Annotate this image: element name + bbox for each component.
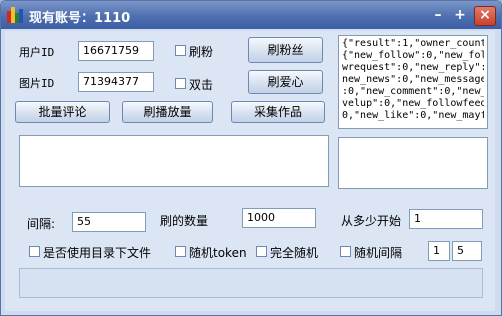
comment-text-area[interactable]	[19, 135, 329, 187]
window-title: 现有账号：1110	[29, 11, 131, 26]
response-line: :0,"new_comment":0,"new_le	[342, 86, 484, 97]
client-area: 用户ID 16671759 刷粉 刷粉丝 图片ID 71394377 双击 刷爱…	[5, 31, 495, 311]
random-interval-min-field[interactable]: 1	[428, 241, 450, 261]
response-line: {"new_follow":0,"new_follo	[342, 50, 484, 61]
double-tap-checkbox-label: 双击	[189, 78, 214, 92]
interval-field[interactable]: 55	[72, 212, 146, 232]
full-random-checkbox[interactable]	[256, 246, 267, 257]
app-icon	[7, 7, 23, 23]
count-label: 刷的数量	[160, 214, 209, 228]
pic-id-label: 图片ID	[19, 77, 55, 90]
random-interval-label: 随机间隔	[354, 246, 403, 260]
title-bar[interactable]: 现有账号：1110 – + ×	[1, 1, 501, 29]
response-line: new_news":0,"new_message	[342, 74, 484, 85]
brush-fans-button[interactable]: 刷粉丝	[248, 37, 323, 63]
use-dir-files-checkbox[interactable]	[29, 246, 40, 257]
random-interval-max-field[interactable]: 5	[452, 241, 482, 261]
app-window: 现有账号：1110 – + × 用户ID 16671759 刷粉 刷粉丝 图片I…	[0, 0, 502, 316]
random-interval-checkbox[interactable]	[340, 246, 351, 257]
brush-play-count-button[interactable]: 刷播放量	[122, 101, 213, 123]
user-id-label: 用户ID	[19, 46, 55, 59]
fans-checkbox[interactable]	[175, 45, 186, 56]
response-line: velup":0,"new_followfeed":	[342, 98, 484, 109]
random-token-checkbox[interactable]	[175, 246, 186, 257]
double-tap-checkbox[interactable]	[175, 78, 186, 89]
batch-comment-button[interactable]: 批量评论	[15, 101, 110, 123]
interval-label: 间隔:	[27, 217, 56, 231]
full-random-label: 完全随机	[270, 246, 319, 260]
collect-works-button[interactable]: 采集作品	[231, 101, 325, 123]
response-line: 0,"new_like":0,"new_mayfri	[342, 110, 484, 121]
response-line: wrequest":0,"new_reply":0,"	[342, 62, 484, 73]
count-field[interactable]: 1000	[242, 208, 316, 228]
start-field[interactable]: 1	[409, 209, 483, 229]
start-label: 从多少开始	[341, 214, 402, 228]
maximize-button[interactable]: +	[451, 6, 469, 24]
response-text-panel[interactable]: {"result":1,"owner_count": {"new_follow"…	[338, 35, 488, 129]
use-dir-files-label: 是否使用目录下文件	[43, 246, 152, 260]
log-text-area[interactable]	[338, 137, 488, 189]
random-token-label: 随机token	[189, 246, 247, 260]
user-id-field[interactable]: 16671759	[78, 41, 154, 61]
brush-love-button[interactable]: 刷爱心	[248, 70, 323, 94]
response-line: {"result":1,"owner_count":	[342, 38, 484, 49]
status-bar	[19, 268, 483, 298]
pic-id-field[interactable]: 71394377	[78, 72, 154, 92]
fans-checkbox-label: 刷粉	[189, 45, 214, 59]
minimize-button[interactable]: –	[429, 6, 447, 24]
close-button[interactable]: ×	[474, 6, 496, 26]
